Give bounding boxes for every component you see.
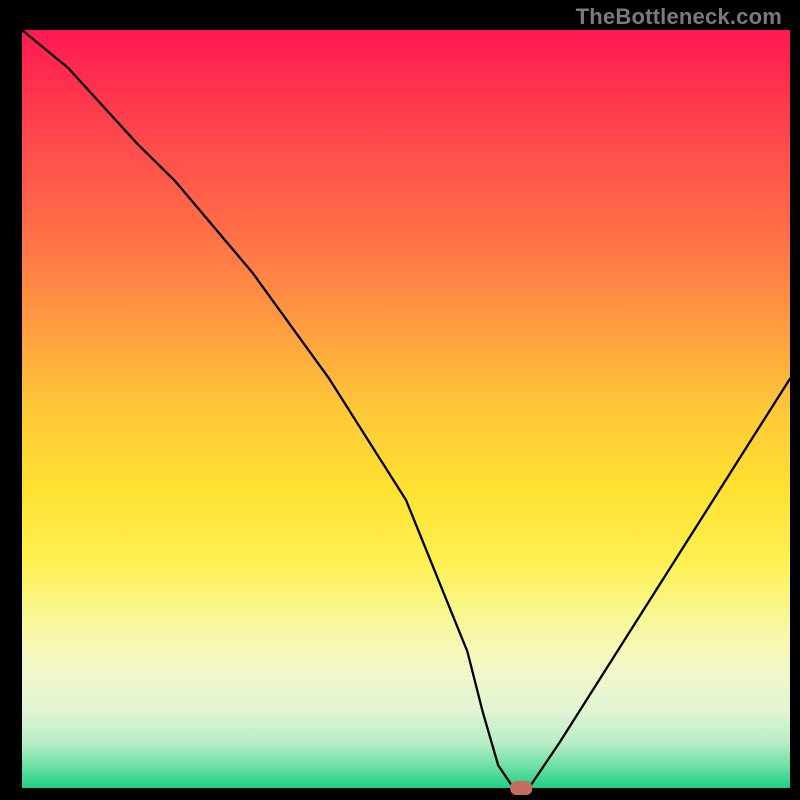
optimal-point-marker [510,781,532,795]
bottleneck-chart [0,0,800,800]
